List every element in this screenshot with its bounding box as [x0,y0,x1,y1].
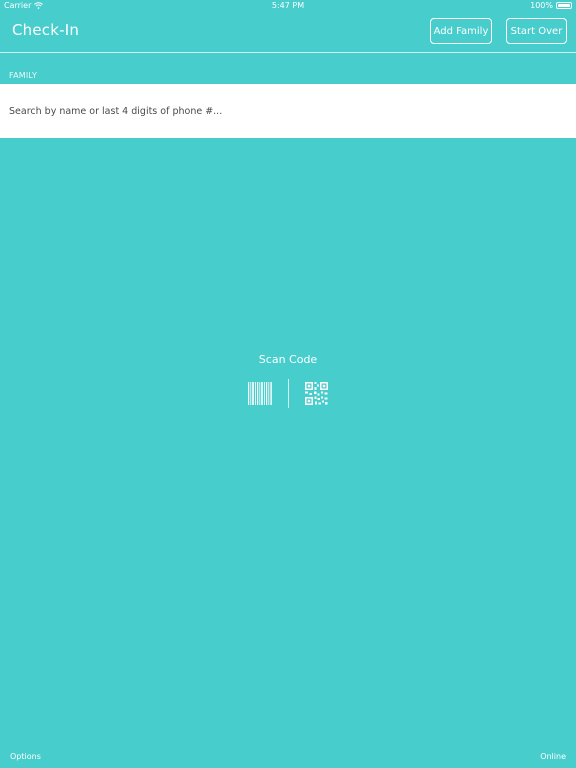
status-battery: 100% [530,1,572,10]
scan-divider [288,379,289,408]
start-over-button[interactable]: Start Over [506,18,567,44]
status-time: 5:47 PM [271,1,305,10]
connection-status: Online [540,752,566,761]
battery-icon [556,2,572,9]
options-button[interactable]: Options [10,752,41,761]
family-section-label: FAMILY [9,71,38,80]
family-search-input[interactable] [0,84,576,138]
nav-bar: Check-In Add Family Start Over [0,12,576,53]
battery-percent: 100% [530,1,553,10]
scan-code-label: Scan Code [258,353,318,366]
page-title: Check-In [12,21,80,39]
scan-options [247,379,331,409]
search-panel [0,84,576,138]
add-family-button[interactable]: Add Family [430,18,492,44]
barcode-icon[interactable] [248,382,272,405]
status-bar: Carrier 5:47 PM 100% [0,0,576,12]
qr-code-icon[interactable] [305,382,328,405]
